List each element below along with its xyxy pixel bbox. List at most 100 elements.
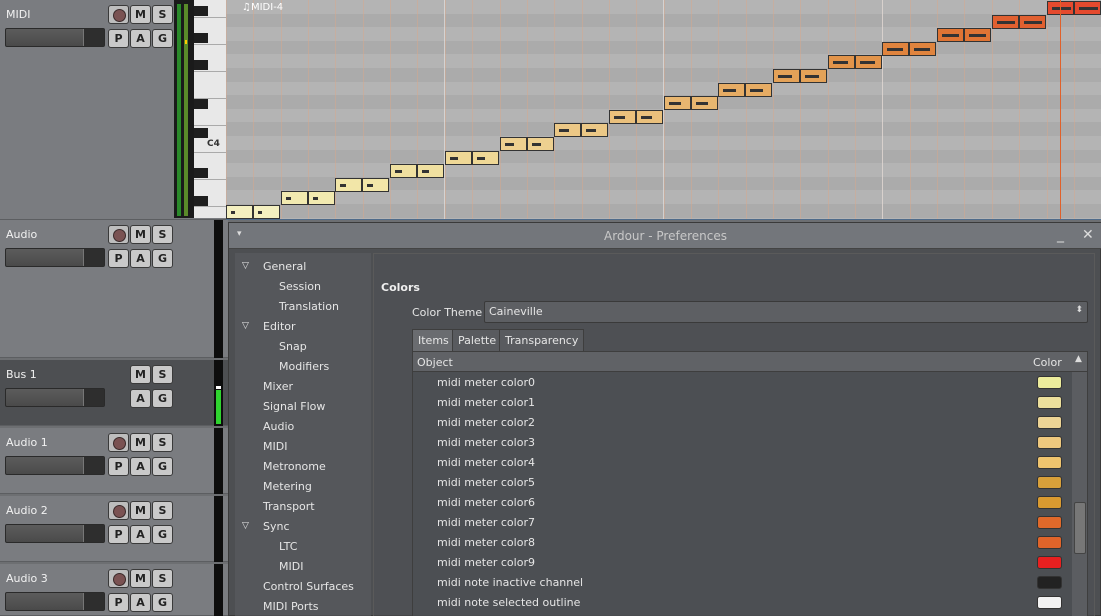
tree-item[interactable]: Metronome xyxy=(263,460,326,473)
color-theme-select[interactable]: Caineville ⬍ xyxy=(484,301,1088,323)
tree-item[interactable]: Transport xyxy=(263,500,315,513)
midi-note[interactable] xyxy=(937,28,965,43)
track-button-s[interactable]: S xyxy=(152,5,173,24)
track-name[interactable]: Audio 3 xyxy=(6,572,48,585)
record-arm-button[interactable] xyxy=(108,5,129,24)
track-button-m[interactable]: M xyxy=(130,225,151,244)
tree-item[interactable]: Metering xyxy=(263,480,312,493)
midi-note[interactable] xyxy=(1018,14,1046,29)
midi-note[interactable] xyxy=(745,82,773,97)
track-button-p[interactable]: P xyxy=(108,249,129,268)
track-button-g[interactable]: G xyxy=(152,249,173,268)
gain-fader[interactable] xyxy=(5,248,105,267)
gain-fader[interactable] xyxy=(5,28,105,47)
tree-item[interactable]: Mixer xyxy=(263,380,293,393)
track-button-m[interactable]: M xyxy=(130,433,151,452)
black-key[interactable] xyxy=(194,168,208,178)
color-item-row[interactable]: midi note selected outline xyxy=(413,593,1073,613)
black-key[interactable] xyxy=(194,128,208,138)
expander-icon[interactable]: ▽ xyxy=(242,321,249,331)
track-button-m[interactable]: M xyxy=(130,5,151,24)
tree-item[interactable]: Modifiers xyxy=(279,360,329,373)
midi-note[interactable] xyxy=(773,69,800,83)
track-button-m[interactable]: M xyxy=(130,365,151,384)
midi-note[interactable] xyxy=(991,14,1019,29)
track-name[interactable]: Bus 1 xyxy=(6,368,37,381)
midi-note[interactable] xyxy=(280,191,308,206)
gain-fader[interactable] xyxy=(5,592,105,611)
tab-transparency[interactable]: Transparency xyxy=(499,329,585,352)
track-button-p[interactable]: P xyxy=(108,29,129,48)
midi-note[interactable] xyxy=(444,150,472,165)
color-swatch[interactable] xyxy=(1037,536,1062,549)
track-button-g[interactable]: G xyxy=(152,525,173,544)
midi-note[interactable] xyxy=(663,96,691,111)
scroll-up-icon[interactable]: ▲ xyxy=(1075,354,1082,364)
midi-note[interactable] xyxy=(554,123,582,138)
track-button-g[interactable]: G xyxy=(152,389,173,408)
color-swatch[interactable] xyxy=(1037,436,1062,449)
track-button-s[interactable]: S xyxy=(152,365,173,384)
tree-item[interactable]: Sync xyxy=(263,520,290,533)
tree-item[interactable]: LTC xyxy=(279,540,297,553)
color-swatch[interactable] xyxy=(1037,396,1062,409)
close-button[interactable]: ✕ xyxy=(1082,227,1094,243)
color-swatch[interactable] xyxy=(1037,496,1062,509)
midi-region-canvas[interactable]: ♫MIDI-4 xyxy=(226,0,1101,220)
midi-note[interactable] xyxy=(690,96,718,111)
track-button-s[interactable]: S xyxy=(152,501,173,520)
black-key[interactable] xyxy=(194,99,208,109)
midi-note[interactable] xyxy=(526,137,554,151)
tree-item[interactable]: Session xyxy=(279,280,321,293)
color-swatch[interactable] xyxy=(1037,576,1062,589)
midi-note[interactable] xyxy=(608,109,636,124)
tree-item[interactable]: MIDI xyxy=(263,440,287,453)
midi-note[interactable] xyxy=(471,150,499,165)
midi-note[interactable] xyxy=(581,123,609,138)
midi-note[interactable] xyxy=(362,177,390,192)
column-object[interactable]: Object xyxy=(417,356,453,369)
color-swatch[interactable] xyxy=(1037,516,1062,529)
midi-note[interactable] xyxy=(253,205,280,219)
track-header[interactable]: Audio 1 MS PAG xyxy=(0,428,228,494)
black-key[interactable] xyxy=(194,60,208,70)
color-item-row[interactable]: midi meter color2 xyxy=(413,413,1073,433)
color-swatch[interactable] xyxy=(1037,456,1062,469)
midi-note[interactable] xyxy=(499,137,527,151)
list-scrollbar[interactable]: ▲ xyxy=(1072,354,1087,616)
track-button-a[interactable]: A xyxy=(130,389,151,408)
gain-fader[interactable] xyxy=(5,388,105,407)
black-key[interactable] xyxy=(194,196,208,206)
track-button-g[interactable]: G xyxy=(152,457,173,476)
color-item-row[interactable]: midi meter color8 xyxy=(413,533,1073,553)
color-item-row[interactable]: midi meter color6 xyxy=(413,493,1073,513)
black-key[interactable] xyxy=(194,33,208,43)
track-name[interactable]: Audio 1 xyxy=(6,436,48,449)
midi-note[interactable] xyxy=(964,28,992,43)
midi-note[interactable] xyxy=(882,41,910,56)
playhead[interactable] xyxy=(1060,0,1061,219)
record-arm-button[interactable] xyxy=(108,225,129,244)
track-header[interactable]: Audio 3 MS PAG xyxy=(0,564,228,616)
midi-note[interactable] xyxy=(800,69,827,83)
midi-note[interactable] xyxy=(417,164,445,179)
midi-note[interactable] xyxy=(1073,1,1101,15)
color-swatch[interactable] xyxy=(1037,416,1062,429)
color-swatch[interactable] xyxy=(1037,476,1062,489)
track-button-m[interactable]: M xyxy=(130,569,151,588)
color-item-row[interactable]: midi meter color5 xyxy=(413,473,1073,493)
record-arm-button[interactable] xyxy=(108,501,129,520)
midi-note[interactable] xyxy=(307,191,335,206)
midi-note[interactable] xyxy=(226,205,253,219)
color-item-row[interactable]: midi meter color9 xyxy=(413,553,1073,573)
piano-roll-keyboard[interactable]: C4 xyxy=(194,0,226,218)
track-button-g[interactable]: G xyxy=(152,593,173,612)
track-button-a[interactable]: A xyxy=(130,29,151,48)
midi-note[interactable] xyxy=(718,82,746,97)
track-name[interactable]: Audio xyxy=(6,228,37,241)
tree-item[interactable]: MIDI Ports xyxy=(263,600,318,613)
color-item-row[interactable]: midi meter color1 xyxy=(413,393,1073,413)
tree-item[interactable]: Translation xyxy=(279,300,339,313)
tree-item[interactable]: MIDI xyxy=(279,560,303,573)
color-swatch[interactable] xyxy=(1037,376,1062,389)
